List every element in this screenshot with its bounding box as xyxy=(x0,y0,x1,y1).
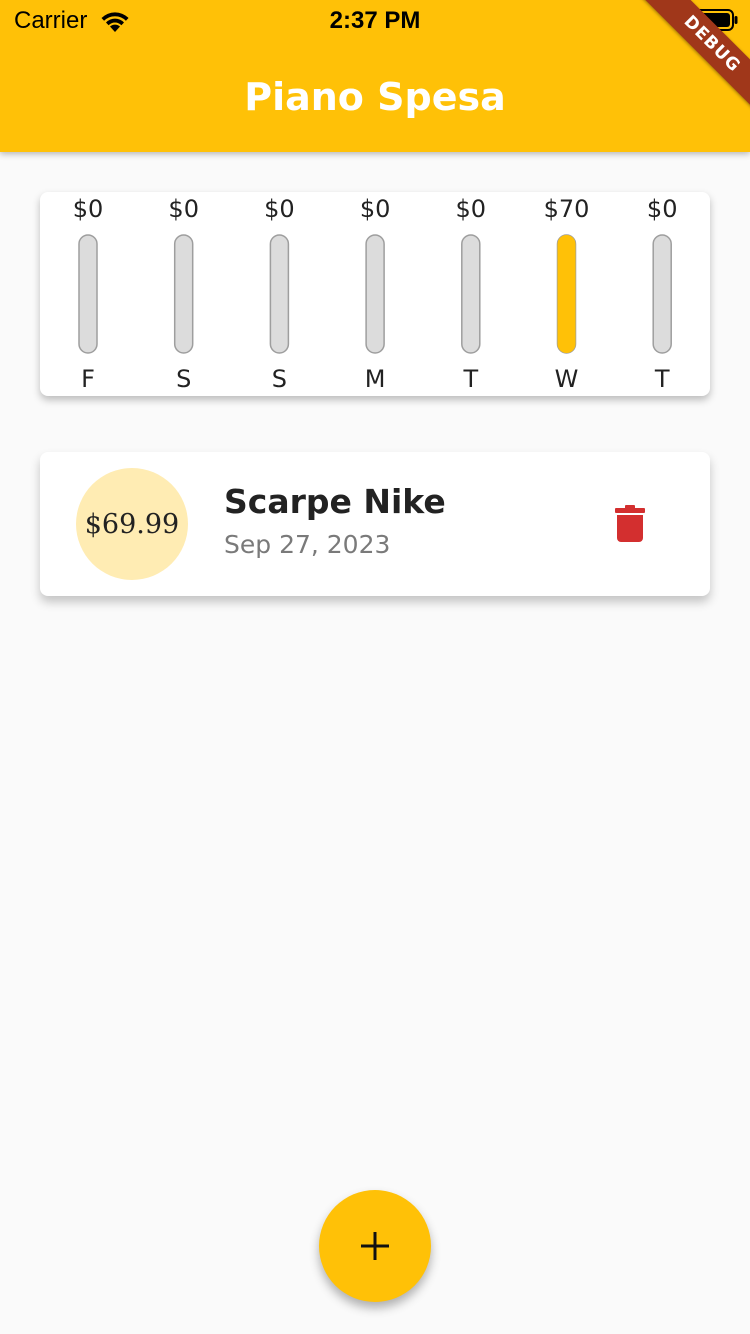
transaction-title: Scarpe Nike xyxy=(224,482,446,521)
status-bar: Carrier 2:37 PM xyxy=(0,0,750,40)
weekly-spending-chart: $0 F $0 S $0 S $0 M $0 T $70 W $0 T xyxy=(73,195,678,393)
bar-track xyxy=(652,234,672,354)
weekly-chart-card: $0 F $0 S $0 S $0 M $0 T $70 W $0 T xyxy=(40,192,710,396)
bar-amount-label: $0 xyxy=(360,195,391,223)
bar-amount-label: $0 xyxy=(647,195,678,223)
bar-day-label: S xyxy=(272,365,287,393)
bar-track xyxy=(78,234,98,354)
app-bar: Carrier 2:37 PM Piano Spesa xyxy=(0,0,750,152)
bar-amount-label: $70 xyxy=(544,195,590,223)
transaction-card[interactable]: $69.99 Scarpe Nike Sep 27, 2023 xyxy=(40,452,710,596)
bar-track xyxy=(461,234,481,354)
bar-day-label: M xyxy=(365,365,386,393)
bar-fill xyxy=(557,235,576,353)
page-title: Piano Spesa xyxy=(244,75,506,119)
trash-icon xyxy=(615,505,645,542)
bar-day-label: F xyxy=(81,365,95,393)
bar-day-label: S xyxy=(176,365,191,393)
bar-track xyxy=(269,234,290,354)
bar-track xyxy=(173,234,194,354)
bar-amount-label: $0 xyxy=(264,195,295,223)
battery-icon xyxy=(690,9,738,31)
bar-amount-label: $0 xyxy=(73,195,104,223)
transaction-date: Sep 27, 2023 xyxy=(224,530,391,559)
bar-track xyxy=(365,234,385,354)
bar-amount-label: $0 xyxy=(456,195,487,223)
bar-amount-label: $0 xyxy=(168,195,199,223)
add-transaction-button[interactable] xyxy=(319,1190,431,1302)
status-time: 2:37 PM xyxy=(329,7,421,34)
plus-icon xyxy=(361,1232,389,1260)
bar-day-label: T xyxy=(654,365,670,393)
bar-day-label: W xyxy=(555,365,579,393)
transaction-amount-badge: $69.99 xyxy=(76,468,188,580)
delete-transaction-button[interactable] xyxy=(608,502,652,546)
bar-day-label: T xyxy=(462,365,478,393)
